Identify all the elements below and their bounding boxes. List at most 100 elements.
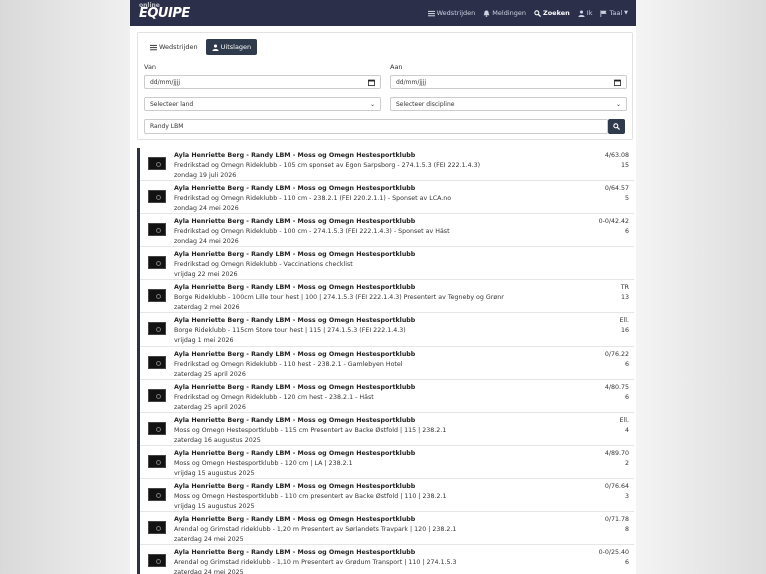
from-date-input[interactable]: dd/mm/jjjj xyxy=(144,75,381,89)
brand-logo[interactable]: online EQUIPE xyxy=(139,2,190,21)
brand-sub: online xyxy=(139,1,160,9)
result-title: Ayla Henriette Berg - Randy LBM - Moss o… xyxy=(174,516,416,524)
chevron-down-icon: ⌄ xyxy=(615,100,621,108)
result-date: zondag 24 mei 2026 xyxy=(174,238,239,246)
result-date: zondag 19 juli 2026 xyxy=(174,172,237,179)
user-icon xyxy=(578,9,585,17)
search-button[interactable] xyxy=(608,119,625,134)
horse-thumbnail xyxy=(148,421,166,435)
result-score: 4/89.70 xyxy=(604,449,629,457)
result-title: Ayla Henriette Berg - Randy LBM - Moss o… xyxy=(174,549,416,557)
result-score: 0/71.78 xyxy=(604,516,629,524)
result-date: zaterdag 16 augustus 2025 xyxy=(174,436,261,444)
result-date: zaterdag 25 april 2026 xyxy=(174,370,246,378)
result-title: Ayla Henriette Berg - Randy LBM - Moss o… xyxy=(174,284,416,292)
result-title: Ayla Henriette Berg - Randy LBM - Moss o… xyxy=(174,383,416,391)
search-input[interactable]: Randy LBM xyxy=(144,119,608,134)
result-place: 4 xyxy=(624,426,629,434)
nav-language[interactable]: Taal ▼ xyxy=(600,9,628,17)
filter-card: Wedstrijden Uitslagen Van Aan dd/mm/jjjj… xyxy=(137,32,633,140)
result-place: 6 xyxy=(624,228,629,236)
chevron-down-icon: ⌄ xyxy=(369,100,375,108)
discipline-select-value: Selecteer discipline xyxy=(396,100,455,108)
from-date-value: dd/mm/jjjj xyxy=(150,78,181,86)
result-text: Ayla Henriette Berg - Randy LBM - Moss o… xyxy=(174,250,504,280)
app-window: online EQUIPE Wedstrijden Meldingen Zoek… xyxy=(130,0,636,574)
result-event: Fredrikstad og Omegn Rideklubb - Vaccina… xyxy=(174,261,353,269)
user-icon xyxy=(212,43,219,51)
search-icon xyxy=(613,123,620,130)
discipline-select[interactable]: Selecteer discipline ⌄ xyxy=(390,97,627,111)
result-event: Fredrikstad og Omegn Rideklubb - 110 cm … xyxy=(174,195,452,203)
result-title: Ayla Henriette Berg - Randy LBM - Moss o… xyxy=(174,152,416,159)
result-stats: 0-0/42.42 6 xyxy=(599,217,629,237)
tab-results[interactable]: Uitslagen xyxy=(205,39,258,55)
nav-me-label: Ik xyxy=(586,9,593,17)
nav-notifications[interactable]: Meldingen xyxy=(483,9,526,17)
result-stats: Ell. 16 xyxy=(620,316,629,336)
nav-me[interactable]: Ik xyxy=(578,9,593,17)
horse-thumbnail xyxy=(148,190,166,204)
result-place: 15 xyxy=(620,162,629,169)
result-text: Ayla Henriette Berg - Randy LBM - Moss o… xyxy=(174,283,504,313)
nav-search[interactable]: Zoeken xyxy=(534,9,570,17)
result-text: Ayla Henriette Berg - Randy LBM - Moss o… xyxy=(174,217,504,247)
result-event: Moss og Omegn Hestesportklubb - 115 cm P… xyxy=(174,426,447,434)
result-date: zaterdag 24 mei 2025 xyxy=(174,569,244,574)
result-stats: 4/80.75 6 xyxy=(605,383,629,403)
result-row[interactable]: Ayla Henriette Berg - Randy LBM - Moss o… xyxy=(140,545,634,574)
result-stats: Ell. 4 xyxy=(620,416,629,436)
horse-thumbnail xyxy=(148,554,166,568)
result-score: Ell. xyxy=(619,317,629,325)
result-place: 3 xyxy=(624,492,629,500)
result-stats: 0-0/25.40 6 xyxy=(599,548,629,568)
from-label: Van xyxy=(144,63,157,71)
result-row[interactable]: Ayla Henriette Berg - Randy LBM - Moss o… xyxy=(140,512,634,546)
bell-icon xyxy=(483,9,490,17)
result-score: Ell. xyxy=(619,416,629,424)
result-text: Ayla Henriette Berg - Randy LBM - Moss o… xyxy=(174,383,504,413)
nav-competitions[interactable]: Wedstrijden xyxy=(427,9,475,17)
result-place: 6 xyxy=(624,559,629,567)
result-text: Ayla Henriette Berg - Randy LBM - Moss o… xyxy=(174,350,504,380)
tab-competitions[interactable]: Wedstrijden xyxy=(144,39,204,55)
top-navbar: online EQUIPE Wedstrijden Meldingen Zoek… xyxy=(130,0,636,26)
horse-thumbnail xyxy=(148,223,166,237)
result-row[interactable]: Ayla Henriette Berg - Randy LBM - Moss o… xyxy=(140,313,634,347)
result-event: Fredrikstad og Omegn Rideklubb - 120 cm … xyxy=(174,393,374,401)
result-stats: TR 13 xyxy=(621,283,629,303)
result-place: 8 xyxy=(624,526,629,534)
result-row[interactable]: Ayla Henriette Berg - Randy LBM - Moss o… xyxy=(140,148,634,182)
result-row[interactable]: Ayla Henriette Berg - Randy LBM - Moss o… xyxy=(140,347,634,380)
result-row[interactable]: Ayla Henriette Berg - Randy LBM - Moss o… xyxy=(140,247,634,281)
country-select[interactable]: Selecteer land ⌄ xyxy=(144,97,381,111)
result-row[interactable]: Ayla Henriette Berg - Randy LBM - Moss o… xyxy=(140,413,634,446)
horse-thumbnail xyxy=(148,157,166,170)
result-row[interactable]: Ayla Henriette Berg - Randy LBM - Moss o… xyxy=(140,181,634,215)
result-row[interactable]: Ayla Henriette Berg - Randy LBM - Moss o… xyxy=(140,446,634,479)
result-row[interactable]: Ayla Henriette Berg - Randy LBM - Moss o… xyxy=(140,214,634,248)
result-row[interactable]: Ayla Henriette Berg - Randy LBM - Moss o… xyxy=(140,280,634,314)
result-event: Moss og Omegn Hestesportklubb - 120 cm |… xyxy=(174,459,353,467)
result-event: Fredrikstad og Omegn Rideklubb - 110 hes… xyxy=(174,360,403,368)
caret-down-icon: ▼ xyxy=(624,10,628,16)
horse-thumbnail xyxy=(148,355,166,369)
result-stats: 4/63.08 15 xyxy=(605,151,629,171)
calendar-icon[interactable] xyxy=(368,79,375,86)
calendar-icon[interactable] xyxy=(614,79,621,86)
result-title: Ayla Henriette Berg - Randy LBM - Moss o… xyxy=(174,218,416,226)
result-place: 6 xyxy=(624,360,629,368)
result-text: Ayla Henriette Berg - Randy LBM - Moss o… xyxy=(174,482,504,512)
result-place: 2 xyxy=(624,459,629,467)
result-score: 0/76.64 xyxy=(604,482,629,490)
result-row[interactable]: Ayla Henriette Berg - Randy LBM - Moss o… xyxy=(140,380,634,413)
result-event: Moss og Omegn Hestesportklubb - 110 cm p… xyxy=(174,492,447,500)
to-date-value: dd/mm/jjjj xyxy=(396,78,427,86)
result-stats: 0/76.22 6 xyxy=(605,350,629,370)
result-text: Ayla Henriette Berg - Randy LBM - Moss o… xyxy=(174,449,504,479)
result-stats: 0/64.57 5 xyxy=(605,184,629,204)
result-row[interactable]: Ayla Henriette Berg - Randy LBM - Moss o… xyxy=(140,479,634,513)
result-title: Ayla Henriette Berg - Randy LBM - Moss o… xyxy=(174,350,416,358)
to-date-input[interactable]: dd/mm/jjjj xyxy=(390,75,627,89)
nav-language-label: Taal xyxy=(609,9,623,17)
